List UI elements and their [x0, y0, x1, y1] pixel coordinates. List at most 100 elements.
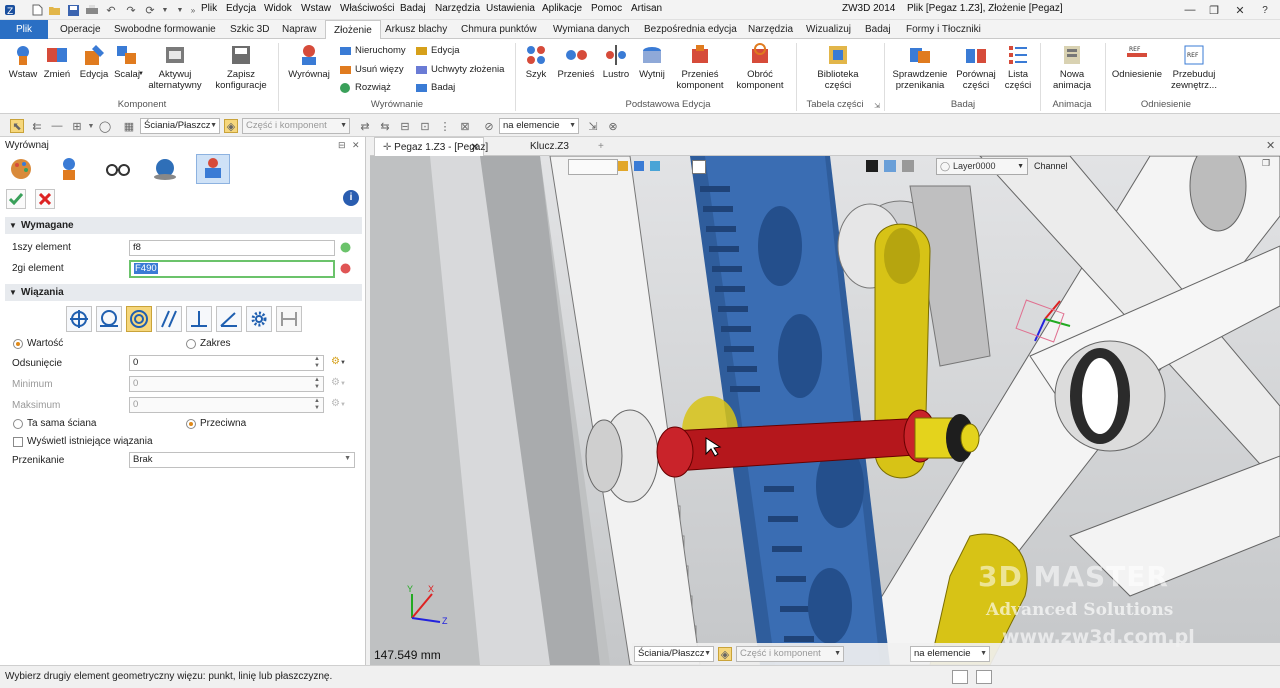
range-radio[interactable]	[186, 339, 196, 349]
overflow-icon[interactable]: »	[186, 3, 200, 17]
component-filter-icon[interactable]: ◈	[224, 119, 238, 133]
layer-manager-icon[interactable]	[902, 160, 914, 172]
offset-field[interactable]: 0 ▲ ▼	[129, 355, 324, 371]
panel-tab-sphere[interactable]	[152, 156, 178, 182]
nowa-animacja-button[interactable]: Nowa animacja	[1046, 43, 1098, 91]
opposite-radio[interactable]	[186, 419, 196, 429]
view-orient-toolbar[interactable]	[568, 159, 618, 175]
tab-plik[interactable]: Plik	[0, 20, 48, 39]
interference-select[interactable]: Brak ▼	[129, 452, 355, 468]
badaj-wiezy-button[interactable]: Badaj	[415, 81, 455, 94]
tangent-constraint-button[interactable]	[96, 306, 122, 332]
pick-dropdown-icon[interactable]: ▼	[84, 119, 98, 133]
new-doc-tab-icon[interactable]: +	[590, 137, 612, 156]
aktywuj-alternatywny-button[interactable]: Aktywuj alternatywny	[144, 43, 206, 91]
display-color-icon[interactable]	[884, 160, 896, 172]
wstaw-button[interactable]: Wstaw	[6, 43, 40, 80]
zapisz-konfiguracje-button[interactable]: Zapisz konfiguracje	[210, 43, 272, 91]
tab-napraw[interactable]: Napraw	[274, 20, 324, 39]
face-filter-select[interactable]: Ściania/Płaszcz ▼	[140, 118, 220, 134]
minimize-icon[interactable]: —	[1182, 2, 1198, 18]
viewport-component-icon[interactable]: ◈	[718, 647, 732, 661]
biblioteka-czesci-button[interactable]: Biblioteka części	[810, 43, 866, 91]
panel-tab-align[interactable]	[196, 154, 230, 184]
doc-tab-close-icon[interactable]: ✕	[471, 138, 479, 157]
box-pick-icon[interactable]: ⊞	[70, 119, 84, 133]
tab-arkusz-blachy[interactable]: Arkusz blachy	[377, 20, 455, 39]
line-pick-icon[interactable]: —	[50, 119, 64, 133]
doc-close-all-icon[interactable]: ✕	[1266, 139, 1275, 152]
nieruchomy-button[interactable]: Nieruchomy	[339, 44, 406, 57]
odniesienie-button[interactable]: REF Odniesienie	[1110, 43, 1164, 80]
tab-zlozenie[interactable]: Złożenie	[325, 20, 381, 40]
doc-tab-pegaz[interactable]: ✛ Pegaz 1.Z3 - [Pegaz] ✕	[374, 137, 488, 157]
panel-tab-view[interactable]	[104, 156, 132, 182]
zmien-button[interactable]: Zmień	[42, 43, 72, 80]
tab-formy-i-tloczniki[interactable]: Formy i Tłoczniki	[898, 20, 989, 39]
menu-wstaw[interactable]: Wstaw	[301, 3, 331, 14]
layer-select[interactable]: ◯ Layer0000 ▼	[936, 158, 1028, 175]
same-face-radio[interactable]	[13, 419, 23, 429]
tab-operacje[interactable]: Operacje	[52, 20, 109, 39]
lustro-button[interactable]: Lustro	[600, 43, 632, 80]
scalaj-button[interactable]: Scalaj ▼	[112, 43, 144, 80]
viewport-restore-icon[interactable]: ❐	[1262, 158, 1270, 169]
menu-artisan[interactable]: Artisan	[631, 3, 662, 14]
tab-wizualizuj[interactable]: Wizualizuj	[798, 20, 859, 39]
print-icon[interactable]	[85, 3, 99, 17]
pick-mode-icon[interactable]: ⊘	[482, 119, 496, 133]
edycja-komponent-button[interactable]: Edycja	[78, 43, 110, 80]
offset-options-icon[interactable]: ⚙▼	[331, 356, 346, 367]
regen-dropdown-icon[interactable]: ▼	[158, 3, 172, 17]
tab-szkic-3d[interactable]: Szkic 3D	[222, 20, 277, 39]
lasso-icon[interactable]: ◯	[98, 119, 112, 133]
cancel-button[interactable]	[35, 189, 55, 209]
concentric-constraint-button[interactable]	[126, 306, 152, 332]
minimum-spinner-icon[interactable]: ▲ ▼	[314, 377, 320, 391]
help-icon[interactable]: ?	[1257, 2, 1273, 18]
menu-badaj[interactable]: Badaj	[400, 3, 426, 14]
tab-bezposrednia-edycja[interactable]: Bezpośrednia edycja	[636, 20, 745, 39]
required-section-header[interactable]: ▼ Wymagane	[5, 217, 362, 234]
tab-swobodne-formowanie[interactable]: Swobodne formowanie	[106, 20, 224, 39]
component-filter-select[interactable]: Część i komponent ▼	[242, 118, 350, 134]
pick-mode-select[interactable]: na elemencie ▼	[499, 118, 579, 134]
undo-icon[interactable]: ↶	[104, 3, 118, 17]
offset-spinner-icon[interactable]: ▲ ▼	[314, 356, 320, 370]
viewport-component-filter[interactable]: Część i komponent ▼	[736, 646, 844, 662]
ok-button[interactable]	[6, 189, 26, 209]
restore-icon[interactable]: ❐	[1206, 2, 1222, 18]
menu-plik[interactable]: Plik	[201, 3, 217, 14]
perpendicular-constraint-button[interactable]	[186, 306, 212, 332]
panel-close-icon[interactable]: ✕	[352, 140, 360, 151]
menu-edycja[interactable]: Edycja	[226, 3, 256, 14]
przebuduj-button[interactable]: REF Przebuduj zewnętrz...	[1166, 43, 1222, 91]
wytnij-button[interactable]: Wytnij	[636, 43, 668, 80]
app-logo-icon[interactable]: Z	[3, 3, 17, 17]
constraints-section-header[interactable]: ▼ Wiązania	[5, 284, 362, 301]
group-expand-icon[interactable]: ⇲	[870, 99, 884, 113]
tab-wymiana-danych[interactable]: Wymiana danych	[545, 20, 638, 39]
sprawdzenie-przenikania-button[interactable]: Sprawdzenie przenikania	[890, 43, 950, 91]
render-mode-icons[interactable]	[618, 161, 678, 173]
lista-czesci-button[interactable]: Lista części	[1002, 43, 1034, 91]
panel-pin-icon[interactable]: ⊟	[338, 140, 346, 151]
show-existing-checkbox[interactable]	[13, 437, 23, 447]
panel-tab-component[interactable]	[56, 156, 82, 182]
distance-constraint-button[interactable]	[276, 306, 302, 332]
select-arrow-icon[interactable]: ⬉	[10, 119, 24, 133]
cube-view-icon[interactable]	[692, 160, 706, 174]
pick-filter-icon[interactable]: ⇇	[30, 119, 44, 133]
tab-chmura-punktow[interactable]: Chmura punktów	[453, 20, 545, 39]
second-element-field[interactable]: F490	[129, 260, 335, 278]
porownaj-czesci-button[interactable]: Porównaj części	[952, 43, 1000, 91]
usun-wiezy-button[interactable]: Usuń więzy	[339, 63, 404, 76]
redo-icon[interactable]: ↷	[124, 3, 138, 17]
menu-aplikacje[interactable]: Aplikacje	[542, 3, 582, 14]
first-element-field[interactable]: f8	[129, 240, 335, 256]
menu-narzedzia[interactable]: Narzędzia	[435, 3, 480, 14]
3d-viewport[interactable]: Y X Z ◯ Layer0000 ▼ Channel ❐ 3D MASTER …	[370, 156, 1280, 665]
menu-ustawienia[interactable]: Ustawienia	[486, 3, 535, 14]
background-color-icon[interactable]	[866, 160, 878, 172]
szyk-button[interactable]: Szyk	[522, 43, 550, 80]
